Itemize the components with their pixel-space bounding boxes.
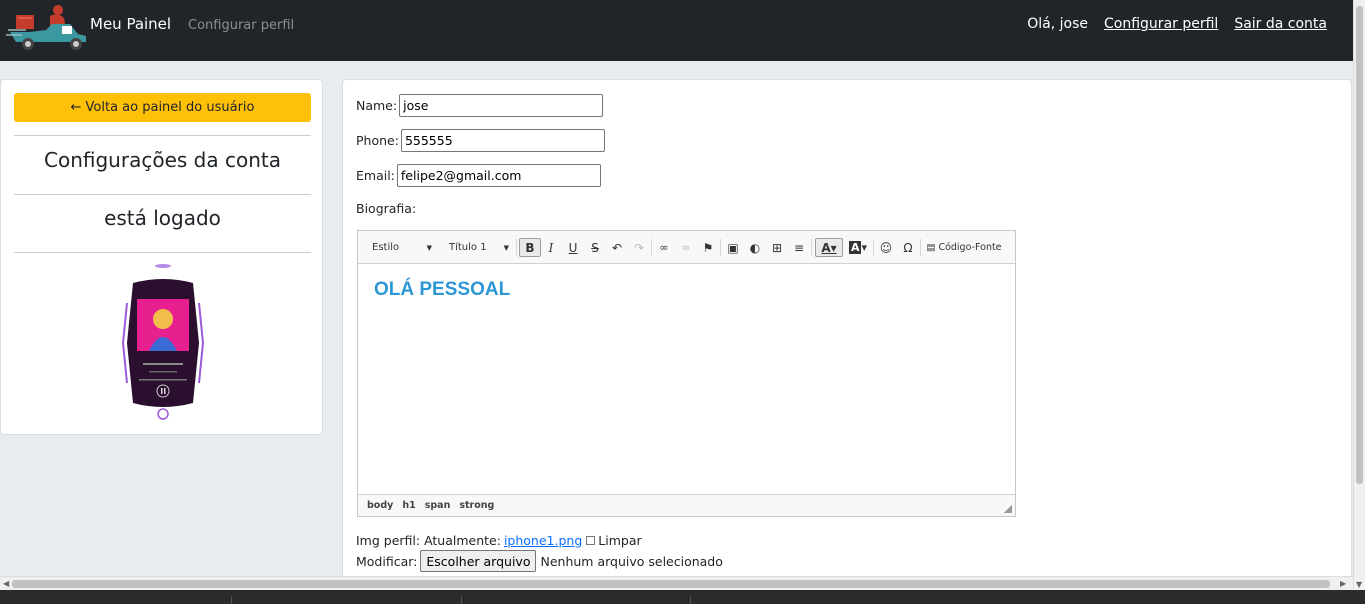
profile-form-card: Name: Phone: Email: Biografia: Estilo▼ T…	[342, 79, 1352, 589]
smiley-icon[interactable]: ☺	[876, 238, 896, 257]
flash-icon[interactable]: ◐	[745, 238, 765, 257]
modify-label: Modificar:	[356, 553, 418, 569]
current-image-link[interactable]: iphone1.png	[504, 533, 582, 548]
toolbar-separator	[873, 239, 874, 256]
divider	[461, 596, 462, 604]
phone-label: Phone:	[356, 133, 399, 148]
scooter-delivery-logo[interactable]	[6, 2, 92, 52]
background-color-icon[interactable]: A ▾	[845, 238, 871, 257]
back-to-dashboard-button[interactable]: ← Volta ao painel do usuário	[14, 93, 311, 122]
nav-subtitle[interactable]: Configurar perfil	[188, 18, 294, 33]
scroll-right-arrow-icon[interactable]: ▶	[1340, 579, 1346, 588]
vertical-scroll-thumb[interactable]	[1356, 6, 1363, 484]
rich-text-editor: Estilo ▼ Título 1 ▼ B I U S ↶ ↷ ∞ ∞ ⚑ ▣ ◐ …	[357, 230, 1016, 517]
account-settings-title: Configurações da conta	[44, 148, 281, 172]
format-dropdown-label: Título 1	[449, 242, 487, 253]
path-item[interactable]: body	[367, 500, 393, 511]
source-icon: ▤	[926, 242, 936, 253]
toolbar-separator	[811, 239, 812, 256]
toolbar-separator	[720, 239, 721, 256]
name-input[interactable]	[399, 94, 604, 117]
scroll-down-arrow-icon[interactable]: ▼	[1356, 580, 1362, 589]
editor-toolbar: Estilo ▼ Título 1 ▼ B I U S ↶ ↷ ∞ ∞ ⚑ ▣ ◐ …	[358, 231, 1015, 264]
phone-row: Phone:	[356, 129, 605, 152]
horizontal-line-icon[interactable]: ≡	[789, 238, 809, 257]
path-item[interactable]: strong	[459, 500, 494, 511]
resize-grip-icon[interactable]	[1004, 505, 1012, 513]
name-row: Name:	[356, 94, 604, 117]
vertical-scrollbar[interactable]: ▼	[1353, 0, 1365, 590]
undo-icon[interactable]: ↶	[607, 238, 627, 257]
nav-user-area: Olá, jose Configurar perfil Sair da cont…	[1027, 16, 1327, 32]
style-dropdown[interactable]: Estilo ▼	[362, 238, 438, 257]
format-dropdown[interactable]: Título 1 ▼	[439, 238, 515, 257]
clear-checkbox[interactable]	[586, 536, 596, 545]
no-file-text: Nenhum arquivo selecionado	[540, 553, 723, 569]
name-label: Name:	[356, 98, 398, 113]
text-color-icon[interactable]: A▾	[815, 238, 843, 257]
source-code-label: Código-Fonte	[938, 242, 1002, 253]
profile-image-row: Img perfil: Atualmente: iphone1.png Limp…	[356, 533, 642, 548]
modify-image-row: Modificar: Escolher arquivo Nenhum arqui…	[356, 550, 723, 572]
user-greeting: Olá, jose	[1027, 16, 1089, 32]
horizontal-scroll-thumb[interactable]	[12, 580, 1330, 588]
italic-icon[interactable]: I	[541, 238, 561, 257]
email-row: Email:	[356, 164, 601, 187]
choose-file-button[interactable]: Escolher arquivo	[420, 550, 537, 572]
toolbar-separator	[516, 239, 517, 256]
profile-image	[121, 264, 205, 420]
email-input[interactable]	[396, 164, 601, 187]
email-label: Email:	[356, 168, 395, 183]
image-icon[interactable]: ▣	[723, 238, 743, 257]
logout-link[interactable]: Sair da conta	[1234, 16, 1327, 32]
phone-input[interactable]	[400, 129, 605, 152]
toolbar-separator	[920, 239, 921, 256]
top-navbar: Meu Painel Configurar perfil Olá, jose C…	[0, 0, 1353, 61]
editor-heading-content[interactable]: OLÁ PESSOAL	[374, 279, 510, 301]
profile-image-label: Img perfil: Atualmente:	[356, 533, 501, 548]
biography-label: Biografia:	[356, 201, 417, 216]
source-code-button[interactable]: ▤ Código-Fonte	[924, 238, 1004, 257]
link-icon[interactable]: ∞	[654, 238, 674, 257]
unlink-icon[interactable]: ∞	[676, 238, 696, 257]
brand-title[interactable]: Meu Painel	[90, 15, 171, 33]
scroll-left-arrow-icon[interactable]: ◀	[3, 579, 9, 588]
underline-icon[interactable]: U	[563, 238, 583, 257]
strikethrough-icon[interactable]: S	[585, 238, 605, 257]
divider	[14, 135, 311, 136]
account-sidebar-card: ← Volta ao painel do usuário Configuraçõ…	[0, 79, 323, 435]
path-item[interactable]: span	[425, 500, 451, 511]
clear-label: Limpar	[598, 533, 642, 548]
bold-icon[interactable]: B	[519, 238, 541, 257]
path-item[interactable]: h1	[402, 500, 415, 511]
special-char-icon[interactable]: Ω	[898, 238, 918, 257]
divider	[14, 194, 311, 195]
divider	[14, 252, 311, 253]
bottom-bar	[0, 590, 1365, 604]
table-icon[interactable]: ⊞	[767, 238, 787, 257]
divider	[690, 596, 691, 604]
configure-profile-link[interactable]: Configurar perfil	[1104, 16, 1218, 32]
toolbar-separator	[651, 239, 652, 256]
anchor-flag-icon[interactable]: ⚑	[698, 238, 718, 257]
editor-element-path: body h1 span strong	[358, 494, 1015, 516]
horizontal-scrollbar[interactable]: ◀ ▶	[0, 576, 1353, 590]
logged-in-status: está logado	[104, 206, 221, 230]
redo-icon[interactable]: ↷	[629, 238, 649, 257]
style-dropdown-label: Estilo	[372, 242, 400, 253]
divider	[231, 596, 232, 604]
